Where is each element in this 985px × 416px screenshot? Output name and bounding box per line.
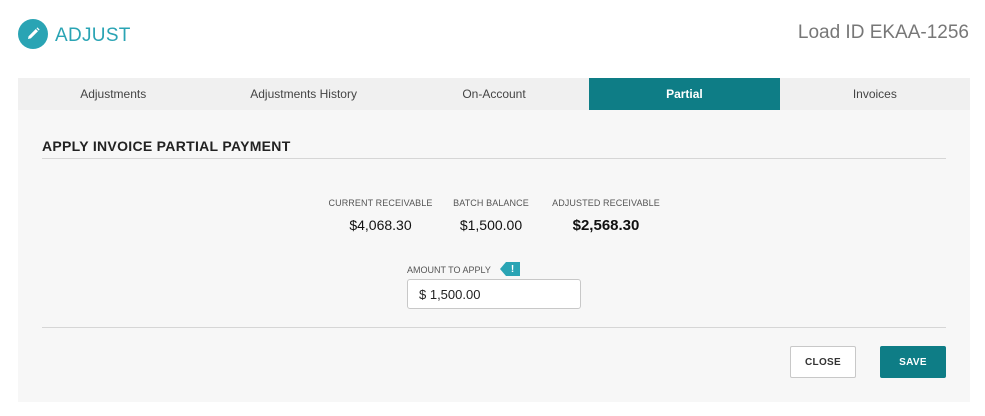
adjusted-receivable-label: ADJUSTED RECEIVABLE — [552, 198, 660, 208]
header: ADJUST Load ID EKAA-1256 — [0, 0, 985, 70]
tab-adjustments[interactable]: Adjustments — [18, 78, 208, 110]
save-button[interactable]: SAVE — [880, 346, 946, 378]
adjusted-receivable-stat: ADJUSTED RECEIVABLE $2,568.30 — [550, 198, 662, 234]
section-title: APPLY INVOICE PARTIAL PAYMENT — [42, 138, 291, 154]
info-icon[interactable]: ! — [500, 262, 520, 276]
adjusted-receivable-value: $2,568.30 — [572, 217, 640, 234]
batch-balance-label: BATCH BALANCE — [453, 198, 529, 208]
load-id: Load ID EKAA-1256 — [797, 22, 969, 43]
tab-adjustments-history[interactable]: Adjustments History — [208, 78, 398, 110]
partial-payment-panel: APPLY INVOICE PARTIAL PAYMENT CURRENT RE… — [18, 110, 970, 402]
current-receivable-value: $4,068.30 — [349, 217, 412, 233]
current-receivable-label: CURRENT RECEIVABLE — [328, 198, 433, 208]
divider — [42, 158, 946, 159]
divider — [42, 327, 946, 328]
current-receivable-stat: CURRENT RECEIVABLE $4,068.30 — [328, 198, 433, 233]
tab-partial[interactable]: Partial — [589, 78, 780, 110]
tab-bar: Adjustments Adjustments History On-Accou… — [18, 78, 970, 110]
amount-to-apply-label: AMOUNT TO APPLY — [407, 265, 491, 275]
batch-balance-stat: BATCH BALANCE $1,500.00 — [446, 198, 536, 233]
batch-balance-value: $1,500.00 — [459, 217, 523, 233]
close-button[interactable]: CLOSE — [790, 346, 856, 378]
pencil-icon — [18, 19, 48, 49]
page-title: ADJUST — [55, 25, 131, 46]
amount-to-apply-input[interactable] — [407, 279, 581, 309]
tab-invoices[interactable]: Invoices — [780, 78, 970, 110]
tab-on-account[interactable]: On-Account — [399, 78, 589, 110]
